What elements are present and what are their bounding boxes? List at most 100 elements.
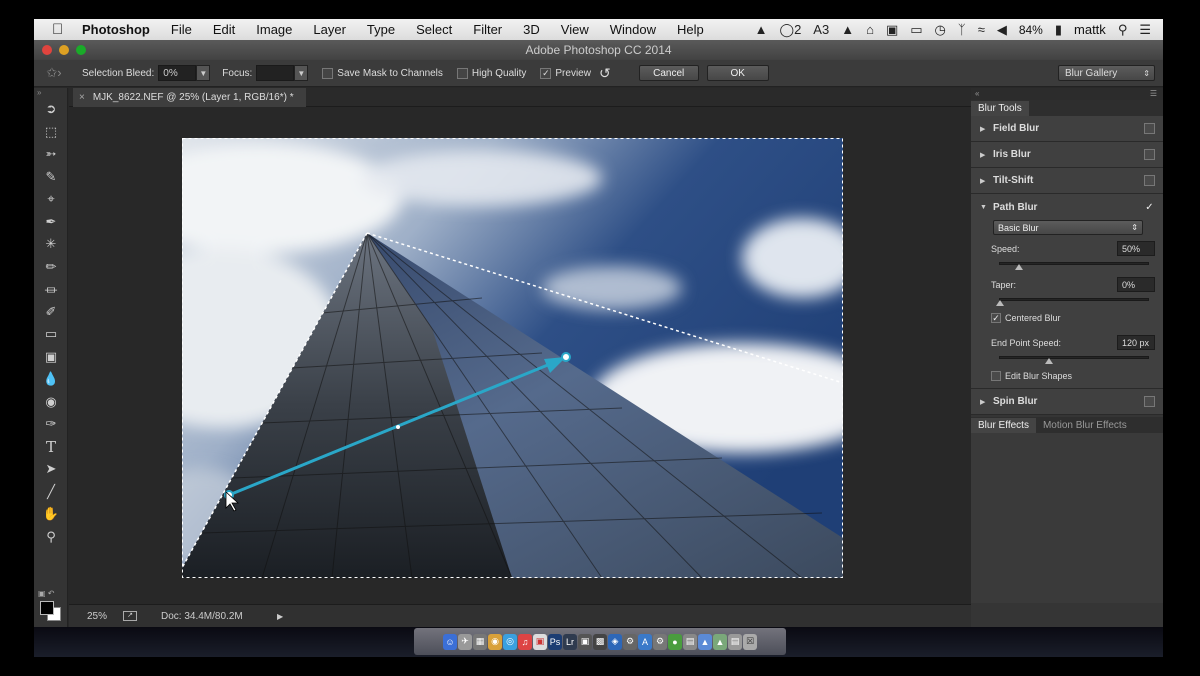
tab-blur-tools[interactable]: Blur Tools <box>971 101 1029 116</box>
photo-canvas[interactable] <box>182 138 843 578</box>
launchpad-icon[interactable]: ✈ <box>458 633 472 650</box>
preview-checkbox[interactable]: ✓ <box>540 67 552 79</box>
pen-tool-icon[interactable]: ✑ <box>34 413 68 436</box>
display-icon[interactable]: ▣ <box>886 22 898 38</box>
zoom-tool-icon[interactable]: ⚲ <box>34 526 68 549</box>
taper-input[interactable]: 0% <box>1117 277 1155 292</box>
marquee-tool-icon[interactable]: ⬚ <box>34 121 68 144</box>
line-tool-icon[interactable]: ╱ <box>34 481 68 504</box>
airplay-icon[interactable]: ▭ <box>910 22 922 38</box>
menu-image[interactable]: Image <box>256 22 292 37</box>
section-field-blur[interactable]: ▶ Field Blur <box>971 116 1163 142</box>
spin-blur-checkbox[interactable] <box>1144 396 1155 407</box>
app-icon[interactable]: ▲ <box>713 633 727 650</box>
document-tab[interactable]: × MJK_8622.NEF @ 25% (Layer 1, RGB/16*) … <box>73 88 306 107</box>
speed-slider[interactable] <box>999 262 1149 270</box>
app-icon[interactable]: ▲ <box>698 633 712 650</box>
save-mask-checkbox[interactable] <box>322 67 334 79</box>
app-store-icon[interactable]: A <box>638 633 652 650</box>
trash-icon[interactable]: ☒ <box>743 633 757 650</box>
app-icon[interactable]: ◈ <box>608 633 622 650</box>
spotlight-icon[interactable]: ⚲ <box>1118 22 1128 38</box>
eyedropper-tool-icon[interactable]: ✒ <box>34 211 68 234</box>
expand-arrow-icon[interactable]: ▶ <box>980 177 993 185</box>
color-swatches[interactable]: ▣ ↶ <box>38 589 64 621</box>
expand-arrow-icon[interactable]: ▶ <box>980 398 993 406</box>
dropbox-icon[interactable]: ▲ <box>755 22 768 37</box>
menu-3d[interactable]: 3D <box>523 22 540 37</box>
close-tab-icon[interactable]: × <box>79 92 85 103</box>
collapse-panel-icon[interactable]: « <box>975 89 979 98</box>
wifi-icon[interactable]: ≈ <box>978 22 985 37</box>
cancel-button[interactable]: Cancel <box>638 65 699 81</box>
tab-blur-effects[interactable]: Blur Effects <box>971 418 1036 433</box>
healing-brush-tool-icon[interactable]: ✳ <box>34 233 68 256</box>
documents-stack-icon[interactable]: ▤ <box>728 633 742 650</box>
blur-tool-icon[interactable]: 💧 <box>34 368 68 391</box>
mission-control-icon[interactable]: ▦ <box>473 633 487 650</box>
section-spin-blur[interactable]: ▶ Spin Blur <box>971 389 1163 415</box>
default-colors-icon[interactable]: ▣ ↶ <box>38 589 54 598</box>
eraser-tool-icon[interactable]: ▭ <box>34 323 68 346</box>
time-machine-icon[interactable]: ◷ <box>935 22 946 38</box>
app-icon[interactable]: ▩ <box>593 633 607 650</box>
selection-bleed-dropdown[interactable]: ▼ <box>196 65 211 81</box>
field-blur-checkbox[interactable] <box>1144 123 1155 134</box>
endpoint-speed-slider-thumb[interactable] <box>1045 358 1053 364</box>
app-icon[interactable]: ● <box>668 633 682 650</box>
creative-cloud-icon[interactable]: ◯2 <box>780 22 802 38</box>
path-selection-tool-icon[interactable]: ➤ <box>34 458 68 481</box>
app-icon[interactable]: ▣ <box>578 633 592 650</box>
photoshop-icon[interactable]: Ps <box>548 633 562 650</box>
high-quality-checkbox[interactable] <box>456 67 468 79</box>
lasso-tool-icon[interactable]: ➳ <box>34 143 68 166</box>
system-preferences-icon[interactable]: ⚙ <box>653 633 667 650</box>
menu-type[interactable]: Type <box>367 22 395 37</box>
bluetooth-icon[interactable]: ᛉ <box>958 22 966 37</box>
history-brush-tool-icon[interactable]: ✐ <box>34 301 68 324</box>
volume-icon[interactable]: ◀ <box>997 22 1007 38</box>
blur-gallery-dropdown[interactable]: Blur Gallery ⇕ <box>1058 65 1155 81</box>
section-iris-blur[interactable]: ▶ Iris Blur <box>971 142 1163 168</box>
app-icon[interactable]: ▤ <box>683 633 697 650</box>
menu-edit[interactable]: Edit <box>213 22 235 37</box>
taper-slider-thumb[interactable] <box>996 300 1004 306</box>
endpoint-speed-slider[interactable] <box>999 356 1149 364</box>
iris-blur-checkbox[interactable] <box>1144 149 1155 160</box>
finder-icon[interactable]: ☺ <box>443 633 457 650</box>
battery-icon[interactable]: ▮ <box>1055 22 1062 38</box>
zoom-level[interactable]: 25% <box>69 611 113 622</box>
expand-arrow-icon[interactable]: ▶ <box>980 125 993 133</box>
move-tool-icon[interactable]: ➲ <box>34 98 68 121</box>
evernote-icon[interactable]: ▲ <box>841 22 854 37</box>
brush-tool-icon[interactable]: ✏ <box>34 256 68 279</box>
lightroom-icon[interactable]: Lr <box>563 633 577 650</box>
status-menu-arrow-icon[interactable]: ▶ <box>277 612 283 621</box>
menu-file[interactable]: File <box>171 22 192 37</box>
safari-icon[interactable]: ◎ <box>503 633 517 650</box>
collapse-tools-icon[interactable]: » <box>34 88 67 98</box>
menu-filter[interactable]: Filter <box>473 22 502 37</box>
collapse-arrow-icon[interactable]: ▼ <box>980 204 993 211</box>
expand-arrow-icon[interactable]: ▶ <box>980 151 993 159</box>
speed-input[interactable]: 50% <box>1117 241 1155 256</box>
menu-photoshop[interactable]: Photoshop <box>82 22 150 37</box>
calendar-icon[interactable]: ▣ <box>533 633 547 650</box>
adobe-icon[interactable]: A3 <box>813 22 829 37</box>
focus-dropdown[interactable]: ▼ <box>294 65 309 81</box>
home-icon[interactable]: ⌂ <box>866 22 874 37</box>
type-tool-icon[interactable]: T <box>34 436 68 459</box>
path-blur-checkbox[interactable]: ✓ <box>1144 202 1155 213</box>
menu-window[interactable]: Window <box>610 22 656 37</box>
menu-view[interactable]: View <box>561 22 589 37</box>
pin-icon[interactable]: ✩› <box>34 65 74 81</box>
notification-center-icon[interactable]: ☰ <box>1139 22 1151 38</box>
taper-slider[interactable] <box>996 298 1149 306</box>
dodge-tool-icon[interactable]: ◉ <box>34 391 68 414</box>
app-icon[interactable]: ⚙ <box>623 633 637 650</box>
menu-layer[interactable]: Layer <box>313 22 346 37</box>
apple-icon[interactable]:  <box>52 21 68 38</box>
user-name[interactable]: mattk <box>1074 22 1106 37</box>
share-icon[interactable]: ↗ <box>123 611 137 621</box>
blur-path-mid-handle[interactable] <box>396 425 400 429</box>
